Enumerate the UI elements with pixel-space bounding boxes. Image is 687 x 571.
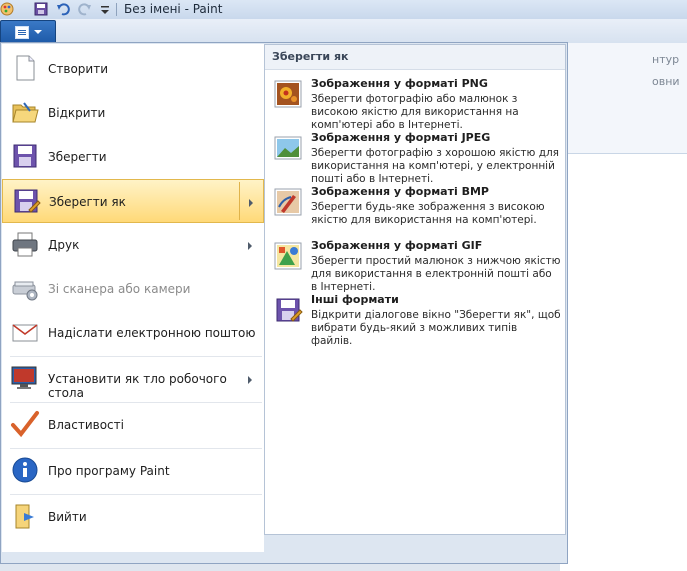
fill-label: овни — [652, 75, 680, 88]
format-title: Зображення у форматі JPEG — [311, 131, 491, 144]
window-title: Без імені - Paint — [124, 2, 223, 16]
chevron-down-icon — [34, 30, 42, 34]
menu-footer — [2, 552, 564, 561]
menu-item-email[interactable]: Надіслати електронною поштою — [2, 311, 264, 355]
chevron-right-icon[interactable] — [248, 242, 252, 250]
menu-item-label: Зберегти як — [49, 195, 126, 209]
new-document-icon — [16, 55, 35, 81]
format-jpeg[interactable]: Зображення у форматі JPEG Зберегти фотог… — [265, 129, 565, 185]
open-folder-icon — [12, 102, 39, 123]
paint-app-icon[interactable] — [0, 2, 14, 16]
title-separator — [116, 3, 117, 16]
menu-item-save[interactable]: Зберегти — [2, 135, 264, 179]
menu-item-new[interactable]: Створити — [2, 47, 264, 91]
split-divider — [239, 182, 240, 220]
save-icon — [13, 144, 37, 168]
png-image-icon — [274, 80, 302, 108]
save-as-pane: Зберегти як Зображення у форматі PNG Збе… — [264, 44, 566, 535]
format-other[interactable]: Інші формати Відкрити діалогове вікно "З… — [265, 291, 565, 347]
menu-item-label: Властивості — [48, 418, 124, 432]
app-menu-commands: Створити Відкрити Зберегти Зберегти як Д… — [2, 44, 264, 552]
paint-menu-button[interactable] — [0, 20, 56, 44]
format-description: Зберегти будь-яке зображення з високою я… — [311, 201, 545, 226]
menu-item-label: Установити як тло робочого стола — [48, 372, 227, 400]
customize-qat-icon[interactable] — [98, 2, 112, 16]
printer-icon — [12, 232, 38, 257]
menu-item-label: Відкрити — [48, 106, 106, 120]
redo-icon[interactable] — [78, 2, 92, 16]
title-bar: Без імені - Paint — [0, 0, 687, 20]
ribbon-tab-strip — [0, 19, 687, 43]
menu-item-label: Про програму Paint — [48, 464, 170, 478]
menu-item-label: Друк — [48, 238, 80, 252]
menu-item-print[interactable]: Друк — [2, 223, 264, 267]
format-description: Зберегти фотографію з хорошою якістю для… — [311, 147, 560, 185]
format-title: Зображення у форматі PNG — [311, 77, 488, 90]
chevron-right-icon[interactable] — [248, 376, 252, 384]
format-description: Відкрити діалогове вікно "Зберегти як", … — [311, 309, 561, 347]
menu-item-set-desktop[interactable]: Установити як тло робочого стола — [2, 357, 264, 401]
format-title: Інші формати — [311, 293, 399, 306]
save-as-header: Зберегти як — [265, 45, 565, 70]
bmp-image-icon — [274, 188, 302, 216]
menu-item-open[interactable]: Відкрити — [2, 91, 264, 135]
menu-item-label: Зі сканера або камери — [48, 282, 191, 296]
other-formats-icon — [276, 298, 303, 322]
jpeg-image-icon — [274, 136, 302, 160]
save-as-header-label: Зберегти як — [272, 50, 349, 63]
format-png[interactable]: Зображення у форматі PNG Зберегти фотогр… — [265, 75, 565, 131]
menu-item-about[interactable]: Про програму Paint — [2, 449, 264, 493]
menu-item-label: Вийти — [48, 510, 87, 524]
menu-item-label: Надіслати електронною поштою — [48, 326, 256, 340]
format-title: Зображення у форматі GIF — [311, 239, 483, 252]
menu-item-save-as[interactable]: Зберегти як — [2, 179, 264, 223]
exit-icon — [15, 504, 34, 529]
format-gif[interactable]: Зображення у форматі GIF Зберегти прости… — [265, 237, 565, 293]
chevron-right-icon[interactable] — [249, 199, 253, 207]
format-description: Зберегти простий малюнок з нижчою якістю… — [311, 255, 561, 293]
menu-item-properties[interactable]: Властивості — [2, 403, 264, 447]
menu-item-label: Зберегти — [48, 150, 107, 164]
menu-item-label: Створити — [48, 62, 108, 76]
properties-check-icon — [11, 411, 39, 438]
save-icon[interactable] — [34, 2, 48, 16]
info-icon — [12, 457, 38, 483]
app-menu: Створити Відкрити Зберегти Зберегти як Д… — [0, 42, 568, 564]
save-as-icon — [14, 189, 41, 213]
desktop-background-icon — [11, 366, 37, 389]
menu-item-exit[interactable]: Вийти — [2, 495, 264, 539]
menu-document-icon — [15, 26, 29, 39]
gif-image-icon — [274, 242, 302, 270]
undo-icon[interactable] — [56, 2, 70, 16]
format-title: Зображення у форматі BMP — [311, 185, 489, 198]
menu-item-scanner[interactable]: Зі сканера або камери — [2, 267, 264, 311]
format-description: Зберегти фотографію або малюнок з високо… — [311, 93, 519, 131]
outline-label: нтур — [652, 53, 680, 66]
scanner-icon — [12, 281, 38, 301]
format-bmp[interactable]: Зображення у форматі BMP Зберегти будь-я… — [265, 183, 565, 235]
email-icon — [12, 324, 38, 342]
